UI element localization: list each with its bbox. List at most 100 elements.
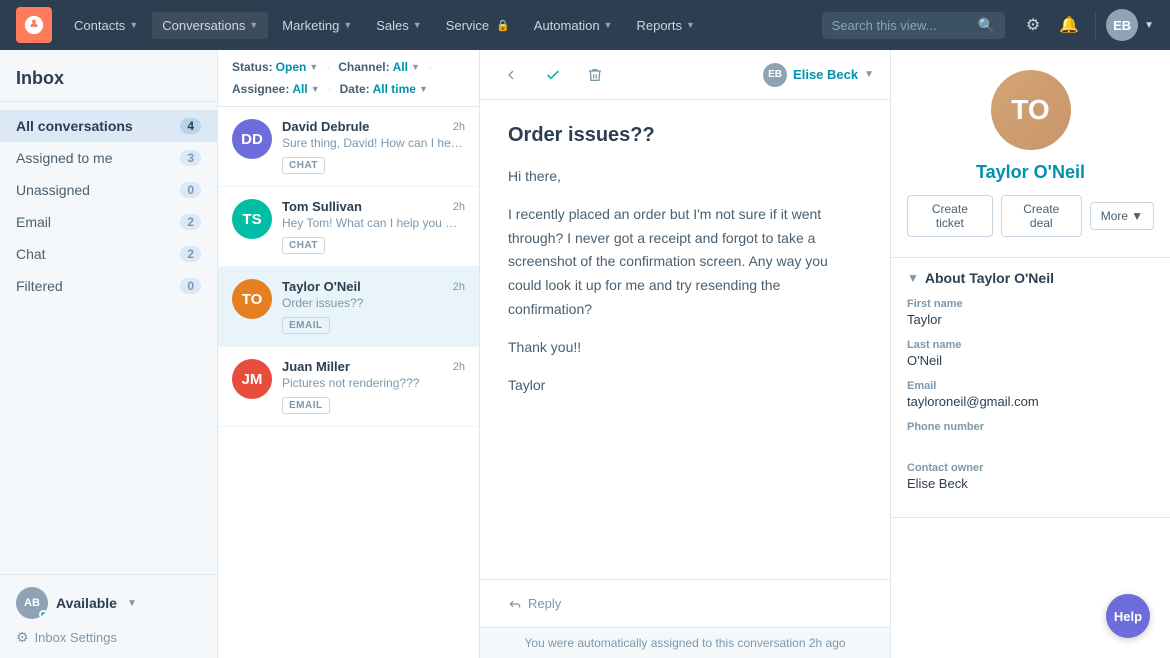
chevron-down-icon: ▼ xyxy=(411,62,420,72)
chevron-down-icon: ▼ xyxy=(413,20,422,30)
field-label: Phone number xyxy=(907,421,1154,433)
sidebar-item-count: 2 xyxy=(180,246,201,262)
back-button[interactable] xyxy=(496,60,526,90)
nav-reports[interactable]: Reports ▼ xyxy=(626,12,704,39)
nav-service[interactable]: Service 🔒 xyxy=(436,12,520,39)
nav-sales[interactable]: Sales ▼ xyxy=(366,12,431,39)
assignee-selector[interactable]: EB Elise Beck ▼ xyxy=(763,63,874,87)
conv-item-juan[interactable]: JM Juan Miller 2h Pictures not rendering… xyxy=(218,347,479,427)
nav-automation[interactable]: Automation ▼ xyxy=(524,12,623,39)
assignee-name: Elise Beck xyxy=(793,67,858,82)
field-first-name: First name Taylor xyxy=(907,298,1154,327)
contact-name[interactable]: Taylor O'Neil xyxy=(907,162,1154,183)
more-actions-button[interactable]: More ▼ xyxy=(1090,202,1154,230)
sidebar-item-label: Assigned to me xyxy=(16,150,180,166)
about-section: ▼ About Taylor O'Neil First name Taylor … xyxy=(891,258,1170,518)
field-value: Elise Beck xyxy=(907,476,1154,491)
sidebar-item-assigned[interactable]: Assigned to me 3 xyxy=(0,142,217,174)
gear-icon: ⚙ xyxy=(16,629,29,646)
hubspot-logo[interactable] xyxy=(16,7,52,43)
sidebar-item-label: All conversations xyxy=(16,118,180,134)
email-line-2: I recently placed an order but I'm not s… xyxy=(508,203,862,322)
email-body: Hi there, I recently placed an order but… xyxy=(508,165,862,397)
chevron-down-icon: ▼ xyxy=(249,20,258,30)
filter-status[interactable]: Status: Open ▼ xyxy=(232,60,318,74)
chevron-down-icon: ▼ xyxy=(1131,209,1143,223)
conv-preview: Pictures not rendering??? xyxy=(282,376,465,390)
sidebar-nav: All conversations 4 Assigned to me 3 Una… xyxy=(0,102,217,574)
sidebar-item-chat[interactable]: Chat 2 xyxy=(0,238,217,270)
create-ticket-button[interactable]: Create ticket xyxy=(907,195,993,237)
contact-avatar: TO xyxy=(991,70,1071,150)
reply-button[interactable]: Reply xyxy=(500,590,870,617)
conv-time: 2h xyxy=(453,281,465,293)
chevron-down-icon: ▼ xyxy=(686,20,695,30)
create-deal-button[interactable]: Create deal xyxy=(1001,195,1082,237)
inbox-settings-link[interactable]: ⚙ Inbox Settings xyxy=(16,629,201,646)
search-input[interactable] xyxy=(832,18,972,33)
filter-channel[interactable]: Channel: All ▼ xyxy=(338,60,420,74)
email-view: EB Elise Beck ▼ Order issues?? Hi there,… xyxy=(480,50,890,658)
conv-name: Taylor O'Neil xyxy=(282,279,361,294)
delete-button[interactable] xyxy=(580,60,610,90)
auto-assign-notice: You were automatically assigned to this … xyxy=(480,627,890,658)
help-button[interactable]: Help xyxy=(1106,594,1150,638)
field-label: First name xyxy=(907,298,1154,310)
notifications-icon[interactable]: 🔔 xyxy=(1053,9,1085,41)
conv-tag: EMAIL xyxy=(282,317,330,334)
sidebar-item-unassigned[interactable]: Unassigned 0 xyxy=(0,174,217,206)
conv-preview: Order issues?? xyxy=(282,296,465,310)
conv-item-tom[interactable]: TS Tom Sullivan 2h Hey Tom! What can I h… xyxy=(218,187,479,267)
user-avatar[interactable]: EB xyxy=(1106,9,1138,41)
email-subject: Order issues?? xyxy=(508,124,862,147)
avatar: AB xyxy=(16,587,48,619)
reply-label: Reply xyxy=(528,596,561,611)
main-container: Inbox All conversations 4 Assigned to me… xyxy=(0,50,1170,658)
avatar: TS xyxy=(232,199,272,239)
contact-panel: TO Taylor O'Neil Create ticket Create de… xyxy=(890,50,1170,658)
settings-icon[interactable]: ⚙ xyxy=(1017,9,1049,41)
sidebar-item-label: Chat xyxy=(16,246,180,262)
sidebar-item-all-conversations[interactable]: All conversations 4 xyxy=(0,110,217,142)
email-line-3: Thank you!! xyxy=(508,336,862,360)
about-section-header[interactable]: ▼ About Taylor O'Neil xyxy=(891,258,1170,298)
email-line-4: Taylor xyxy=(508,374,862,398)
check-button[interactable] xyxy=(538,60,568,90)
nav-contacts[interactable]: Contacts ▼ xyxy=(64,12,148,39)
filter-assignee[interactable]: Assignee: All ▼ xyxy=(232,82,320,96)
email-footer: Reply xyxy=(480,579,890,627)
field-label: Email xyxy=(907,380,1154,392)
nav-conversations[interactable]: Conversations ▼ xyxy=(152,12,268,39)
conversation-list: Status: Open ▼ · Channel: All ▼ · Assign… xyxy=(218,50,480,658)
sidebar-item-email[interactable]: Email 2 xyxy=(0,206,217,238)
contact-actions: Create ticket Create deal More ▼ xyxy=(907,195,1154,237)
field-last-name: Last name O'Neil xyxy=(907,339,1154,368)
conv-item-taylor[interactable]: TO Taylor O'Neil 2h Order issues?? EMAIL xyxy=(218,267,479,347)
chevron-down-icon: ▼ xyxy=(129,20,138,30)
filter-divider: · xyxy=(326,60,330,74)
filter-date[interactable]: Date: All time ▼ xyxy=(340,82,428,96)
user-status[interactable]: AB Available ▼ xyxy=(16,587,201,619)
conv-time: 2h xyxy=(453,201,465,213)
field-label: Last name xyxy=(907,339,1154,351)
conv-preview: Hey Tom! What can I help you with? xyxy=(282,216,465,230)
sidebar-item-label: Email xyxy=(16,214,180,230)
chevron-down-icon: ▼ xyxy=(343,20,352,30)
nav-marketing[interactable]: Marketing ▼ xyxy=(272,12,362,39)
chevron-down-icon: ▼ xyxy=(127,598,137,609)
email-body-area: Order issues?? Hi there, I recently plac… xyxy=(480,100,890,579)
chevron-down-icon: ▼ xyxy=(604,20,613,30)
sidebar-item-filtered[interactable]: Filtered 0 xyxy=(0,270,217,302)
status-dot xyxy=(39,610,48,619)
contact-header: TO Taylor O'Neil Create ticket Create de… xyxy=(891,50,1170,258)
field-owner: Contact owner Elise Beck xyxy=(907,462,1154,491)
conv-name: Tom Sullivan xyxy=(282,199,362,214)
collapse-icon: ▼ xyxy=(907,271,919,285)
conv-item-david[interactable]: DD David Debrule 2h Sure thing, David! H… xyxy=(218,107,479,187)
sidebar-footer: AB Available ▼ ⚙ Inbox Settings xyxy=(0,574,217,658)
assignee-avatar: EB xyxy=(763,63,787,87)
sidebar-item-count: 3 xyxy=(180,150,201,166)
chevron-down-icon[interactable]: ▼ xyxy=(1144,20,1154,31)
conv-tag: EMAIL xyxy=(282,397,330,414)
conv-name: David Debrule xyxy=(282,119,369,134)
